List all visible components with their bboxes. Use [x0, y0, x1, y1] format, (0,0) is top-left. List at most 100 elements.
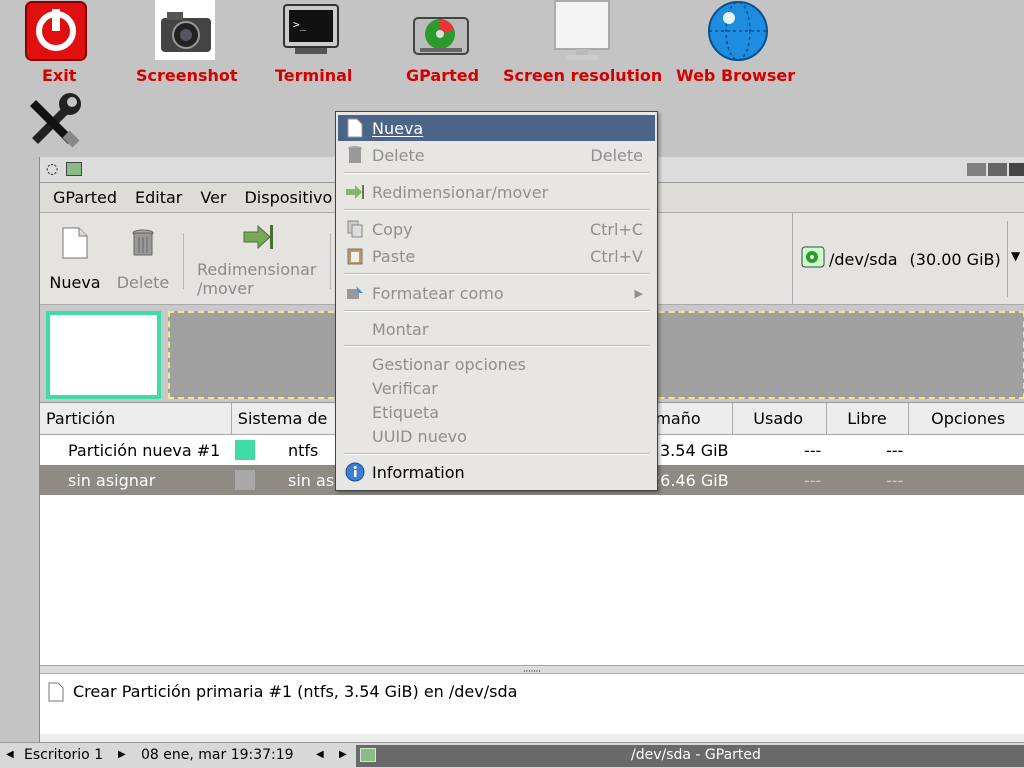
menu-item-information[interactable]: Information: [338, 459, 655, 485]
new-document-icon: [46, 227, 104, 265]
disk-icon: [412, 12, 470, 62]
menu-item-label: Copy: [372, 219, 413, 239]
menu-item-label: Paste: [372, 246, 416, 266]
delete-partition-button[interactable]: Delete: [112, 227, 174, 292]
desktop-icon-label: Terminal: [275, 66, 353, 85]
desktop-icon-network-tools[interactable]: [10, 90, 126, 162]
document-icon: [48, 682, 64, 706]
pane-splitter[interactable]: ,,,,,,,: [40, 665, 1024, 674]
prev-task-arrow-icon[interactable]: ◀: [316, 749, 324, 760]
task-title: /dev/sda - GParted: [631, 747, 761, 763]
info-icon: [344, 462, 366, 482]
minimize-button[interactable]: [967, 163, 986, 176]
menu-item-gestionar-opciones[interactable]: Gestionar opciones: [338, 351, 655, 377]
menu-separator: [344, 172, 649, 174]
clock: 08 ene, mar 19:37:19: [141, 747, 294, 763]
menu-item-label: Montar: [372, 319, 429, 339]
menu-item-redimensionar[interactable]: Redimensionar/mover: [338, 179, 655, 205]
menu-dispositivo[interactable]: Dispositivo: [235, 188, 341, 207]
menu-separator: [344, 310, 649, 312]
desktop-icon-terminal[interactable]: >_ Terminal: [260, 0, 376, 90]
menu-item-montar[interactable]: Montar: [338, 316, 655, 342]
resize-arrow-icon: [192, 223, 324, 253]
partition-name: Partición nueva #1: [68, 440, 221, 460]
operation-text[interactable]: Crear Partición primaria #1 (ntfs, 3.54 …: [73, 682, 517, 701]
menu-item-label: UUID nuevo: [372, 426, 467, 446]
menu-item-label: Information: [372, 462, 465, 482]
prev-desktop-arrow-icon[interactable]: ◀: [6, 749, 14, 760]
menu-item-nueva[interactable]: Nueva: [338, 115, 655, 141]
new-partition-label: Nueva: [49, 273, 101, 292]
partition-used: ---: [804, 470, 822, 490]
delete-partition-label: Delete: [116, 273, 170, 292]
partition-used: ---: [804, 440, 822, 460]
new-document-icon: [344, 118, 366, 138]
menu-item-paste[interactable]: Paste Ctrl+V: [338, 243, 655, 269]
close-button[interactable]: [1009, 163, 1024, 176]
desktop-icon-screen-resolution[interactable]: Screen resolution: [502, 0, 672, 90]
chevron-down-icon[interactable]: ▼: [1011, 249, 1020, 263]
resize-move-button[interactable]: Redimensionar /mover: [192, 223, 324, 298]
menu-separator: [344, 345, 649, 347]
desktop-switcher[interactable]: Escritorio 1: [24, 747, 103, 763]
device-path: /dev/sda: [829, 249, 898, 269]
window-menu-icon[interactable]: ◌: [46, 161, 58, 177]
desktop-icon-exit[interactable]: Exit: [0, 0, 116, 90]
menu-item-accel: Ctrl+V: [590, 246, 643, 266]
desktop-icon-gparted[interactable]: GParted: [390, 0, 506, 90]
camera-icon: [155, 0, 215, 64]
menu-separator: [344, 209, 649, 211]
desktop-icon-web-browser[interactable]: Web Browser: [676, 0, 806, 90]
partition-free: ---: [886, 440, 904, 460]
column-tamano[interactable]: maño: [651, 403, 734, 434]
column-usado[interactable]: Usado: [733, 403, 828, 434]
resize-arrow-icon: [344, 184, 366, 200]
task-button-gparted[interactable]: /dev/sda - GParted: [356, 745, 1024, 767]
monitor-icon: [552, 0, 612, 66]
next-task-arrow-icon[interactable]: ▶: [339, 749, 347, 760]
device-size: (30.00 GiB): [909, 249, 1001, 269]
resize-move-label-2: /mover: [197, 279, 254, 298]
trash-icon: [344, 145, 366, 165]
partition-name: sin asignar: [68, 470, 156, 490]
menu-item-label: Verificar: [372, 378, 438, 398]
next-desktop-arrow-icon[interactable]: ▶: [118, 749, 126, 760]
menu-separator: [344, 453, 649, 455]
new-partition-block[interactable]: [46, 311, 161, 399]
menu-editar[interactable]: Editar: [126, 188, 191, 207]
menu-item-formatear[interactable]: Formatear como ▶: [338, 280, 655, 306]
disk-icon: [801, 245, 825, 273]
svg-text:>_: >_: [293, 18, 307, 31]
tools-icon: [24, 90, 86, 154]
menu-item-label: Formatear como: [372, 283, 504, 303]
trash-icon: [112, 227, 174, 265]
maximize-button[interactable]: [988, 163, 1007, 176]
menu-item-label: Delete: [372, 145, 425, 165]
pending-operations: Crear Partición primaria #1 (ntfs, 3.54 …: [40, 674, 1024, 734]
fs-color-swatch: [235, 440, 255, 460]
new-partition-button[interactable]: Nueva: [46, 227, 104, 292]
menu-separator: [344, 273, 649, 275]
column-particion[interactable]: Partición: [40, 403, 232, 434]
partition-size: 3.54 GiB: [660, 440, 729, 460]
app-icon: [360, 748, 376, 762]
menu-item-etiqueta[interactable]: Etiqueta: [338, 399, 655, 425]
column-opciones[interactable]: Opciones: [909, 403, 1024, 434]
menu-item-verificar[interactable]: Verificar: [338, 375, 655, 401]
menu-ver[interactable]: Ver: [191, 188, 235, 207]
device-dropdown-divider: [1007, 221, 1008, 297]
menu-item-copy[interactable]: Copy Ctrl+C: [338, 216, 655, 242]
submenu-arrow-icon: ▶: [634, 286, 643, 300]
partition-context-menu: Nueva Delete Delete Redimensionar/mover …: [335, 111, 658, 491]
menu-item-uuid-nuevo[interactable]: UUID nuevo: [338, 423, 655, 449]
terminal-icon: >_: [283, 4, 339, 60]
column-libre[interactable]: Libre: [827, 403, 910, 434]
menu-item-label: Redimensionar/mover: [372, 182, 549, 202]
desktop-icon-label: Exit: [42, 66, 77, 85]
menu-item-delete[interactable]: Delete Delete: [338, 142, 655, 168]
menu-gparted[interactable]: GParted: [44, 188, 126, 207]
menu-item-accel: Delete: [590, 145, 643, 165]
device-selector[interactable]: /dev/sda (30.00 GiB) ▼: [792, 213, 1024, 305]
toolbar-separator: [183, 233, 184, 289]
desktop-icon-screenshot[interactable]: Screenshot: [130, 0, 246, 90]
